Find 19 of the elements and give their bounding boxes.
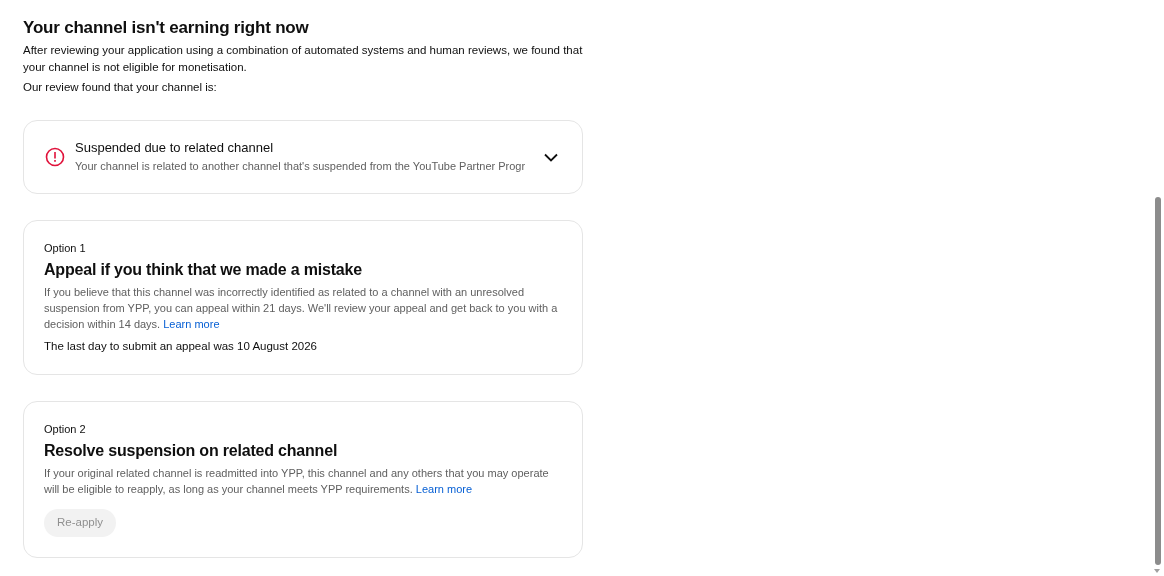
option-label: Option 1 (44, 241, 87, 255)
scrollbar[interactable] (1155, 197, 1161, 565)
option-label: Option 2 (44, 422, 87, 436)
chevron-down-icon[interactable] (544, 152, 558, 162)
intro-text: Our review found that your channel is: (23, 80, 218, 95)
reason-title: Suspended due to related channel (75, 139, 275, 157)
appeal-deadline: The last day to submit an appeal was 10 August 2026 (44, 339, 318, 354)
learn-more-link[interactable]: Learn more (163, 318, 220, 330)
learn-more-link[interactable]: Learn more (415, 483, 473, 495)
option-description: If you believe that this channel was incorrectly identified as related to a channel with an unresolved suspension from YPP, you can appeal within 21 days. We'll review your appeal and get back to you with a decision within 14 days. Learn more (44, 285, 559, 332)
page-title: Your channel isn't earning right now (23, 17, 310, 39)
reason-card[interactable]: Suspended due to related channel Your channel is related to another channel that's suspended from the YouTube Partner Progr (23, 120, 583, 194)
option-description: If your original related channel is readmitted into YPP, this channel and any others that you may operate will be eligible to reapply, as long as your channel meets YPP requirements. Learn more (44, 466, 550, 497)
option-title: Resolve suspension on related channel (44, 441, 339, 461)
alert-icon (45, 147, 65, 167)
reason-description: Your channel is related to another channel that's suspended from the YouTube Partner Progr (75, 159, 526, 174)
option-title: Appeal if you think that we made a mistake (44, 260, 363, 280)
intro-text: After reviewing your application using a combination of automated systems and human reviews, we found that your channel is not eligible for monetisation. (23, 43, 583, 75)
scroll-down-arrow-icon[interactable] (1154, 569, 1160, 573)
